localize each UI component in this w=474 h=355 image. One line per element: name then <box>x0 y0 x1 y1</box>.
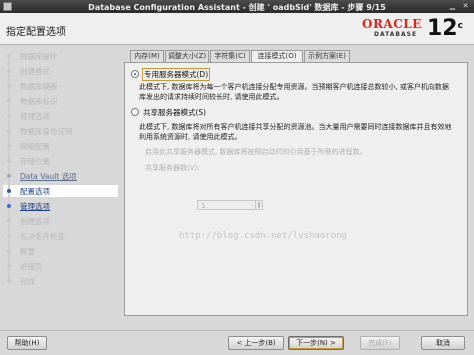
step-dot <box>7 69 11 73</box>
shared-server-note: 启用此共享服务器模式, 数据库将按照启动时的引用基于所需的进程数。 <box>145 148 367 156</box>
database-logo-text: DATABASE <box>374 31 418 38</box>
step-label[interactable]: 管理选项 <box>20 201 50 212</box>
step-label[interactable]: Data Vault 选项 <box>20 171 77 182</box>
step-label: 创建选项 <box>20 217 50 226</box>
step-dot <box>7 264 11 268</box>
oracle-logo-text: ORACLE <box>362 17 422 31</box>
step-label: 存储位置 <box>20 157 50 166</box>
step-item: 数据库模板 <box>3 74 118 92</box>
minimize-icon[interactable]: ▁ <box>448 2 457 11</box>
step-label: 完成 <box>20 277 35 286</box>
steps-navigation: 数据库操作 创建模式 数据库模板 数据库标识 管理选项 数据库身份证明 网络配置… <box>3 50 118 320</box>
step-dot <box>7 204 11 208</box>
window-titlebar: Database Configuration Assistant - 创建 ' … <box>0 0 474 13</box>
version-number: 12 <box>427 16 458 41</box>
step-label: 管理选项 <box>20 112 50 121</box>
tab-bar: 内存(M) 调整大小(Z) 字符集(C) 连接模式(O) 示例方案(E) <box>124 50 468 63</box>
step-item-current[interactable]: 配置选项 <box>3 179 118 197</box>
step-item-next[interactable]: 管理选项 <box>3 194 118 212</box>
step-label: 概要 <box>20 247 35 256</box>
step-dot <box>7 219 11 223</box>
version-suffix: c <box>457 21 463 31</box>
step-dot <box>7 249 11 253</box>
step-item: 网络配置 <box>3 134 118 152</box>
step-label: 先决条件检查 <box>20 232 65 241</box>
step-item: 完成 <box>3 269 118 287</box>
step-label: 创建模式 <box>20 67 50 76</box>
step-dot <box>7 279 11 283</box>
tab-sample-schemas[interactable]: 示例方案(E) <box>304 50 350 62</box>
oracle-logo: ORACLE DATABASE <box>362 18 424 40</box>
step-label: 数据库操作 <box>20 52 58 61</box>
step-label: 数据库身份证明 <box>20 127 73 136</box>
step-item: 概要 <box>3 239 118 257</box>
step-item: 进度页 <box>3 254 118 272</box>
tab-memory[interactable]: 内存(M) <box>130 50 164 62</box>
back-button[interactable]: < 上一步(B) <box>228 336 284 350</box>
step-dot <box>7 144 11 148</box>
step-label: 进度页 <box>20 262 43 271</box>
step-item: 数据库标识 <box>3 89 118 107</box>
step-item: 数据库身份证明 <box>3 119 118 137</box>
step-item: 存储位置 <box>3 149 118 167</box>
shared-server-label[interactable]: 共享服务器模式(S) <box>142 107 207 118</box>
step-item-data-vault[interactable]: Data Vault 选项 <box>3 164 118 182</box>
step-item: 管理选项 <box>3 104 118 122</box>
step-item: 创建模式 <box>3 59 118 77</box>
shared-server-count-input: 1 ▲ ▼ <box>197 200 263 210</box>
step-dot <box>7 114 11 118</box>
step-item: 数据库操作 <box>3 50 118 62</box>
shared-server-count-label: 共享服务器数(V): <box>145 164 200 172</box>
spinner-arrows-icon: ▲ ▼ <box>255 201 262 209</box>
watermark-text: http://blog.csdn.net/lvshaorong <box>179 231 347 241</box>
step-label: 配置选项 <box>20 187 50 196</box>
step-dot <box>7 234 11 238</box>
step-item: 创建选项 <box>3 209 118 227</box>
tab-sizing[interactable]: 调整大小(Z) <box>165 50 209 62</box>
dedicated-description-2: 库发出的请求持续时间较长时, 请使用此模式。 <box>139 93 284 101</box>
step-item: 先决条件检查 <box>3 224 118 242</box>
step-dot <box>7 159 11 163</box>
next-button[interactable]: 下一步(N) > <box>288 336 344 350</box>
finish-button[interactable]: 完成(F) <box>360 336 400 350</box>
shared-description-1: 此模式下, 数据库将对所有客户机连接共享分配的资源池。当大量用户需要同时连接数据… <box>139 123 452 131</box>
dedicated-description-1: 此模式下, 数据库将为每一个客户机连接分配专用资源。当预期客户机连接总数较小, … <box>139 83 449 91</box>
tab-charset[interactable]: 字符集(C) <box>210 50 250 62</box>
step-label: 数据库模板 <box>20 82 58 91</box>
version-badge: 12c <box>427 16 463 42</box>
step-dot <box>7 54 11 58</box>
shared-server-radio[interactable] <box>131 108 139 116</box>
content-area: 内存(M) 调整大小(Z) 字符集(C) 连接模式(O) 示例方案(E) 专用服… <box>124 50 468 316</box>
help-button[interactable]: 帮助(H) <box>7 336 47 350</box>
page-header: 指定配置选项 ORACLE DATABASE 12c <box>0 13 474 45</box>
step-label: 网络配置 <box>20 142 50 151</box>
step-label: 数据库标识 <box>20 97 58 106</box>
button-bar: 帮助(H) < 上一步(B) 下一步(N) > 完成(F) 取消 <box>0 330 474 355</box>
dedicated-server-label[interactable]: 专用服务器模式(D) <box>142 68 211 81</box>
connection-mode-panel: 专用服务器模式(D) 此模式下, 数据库将为每一个客户机连接分配专用资源。当预期… <box>124 62 468 316</box>
step-dot <box>7 99 11 103</box>
step-dot <box>7 84 11 88</box>
close-icon[interactable]: ✕ <box>461 2 470 11</box>
step-dot <box>7 189 11 193</box>
shared-description-2: 利用系统资源时, 请使用此模式。 <box>139 133 242 141</box>
page-title: 指定配置选项 <box>6 27 66 38</box>
step-dot <box>7 174 11 178</box>
step-dot <box>7 129 11 133</box>
window-title: Database Configuration Assistant - 创建 ' … <box>88 3 386 12</box>
cancel-button[interactable]: 取消 <box>421 336 465 350</box>
shared-server-count-value: 1 <box>201 202 206 210</box>
dedicated-server-radio[interactable] <box>131 70 139 78</box>
